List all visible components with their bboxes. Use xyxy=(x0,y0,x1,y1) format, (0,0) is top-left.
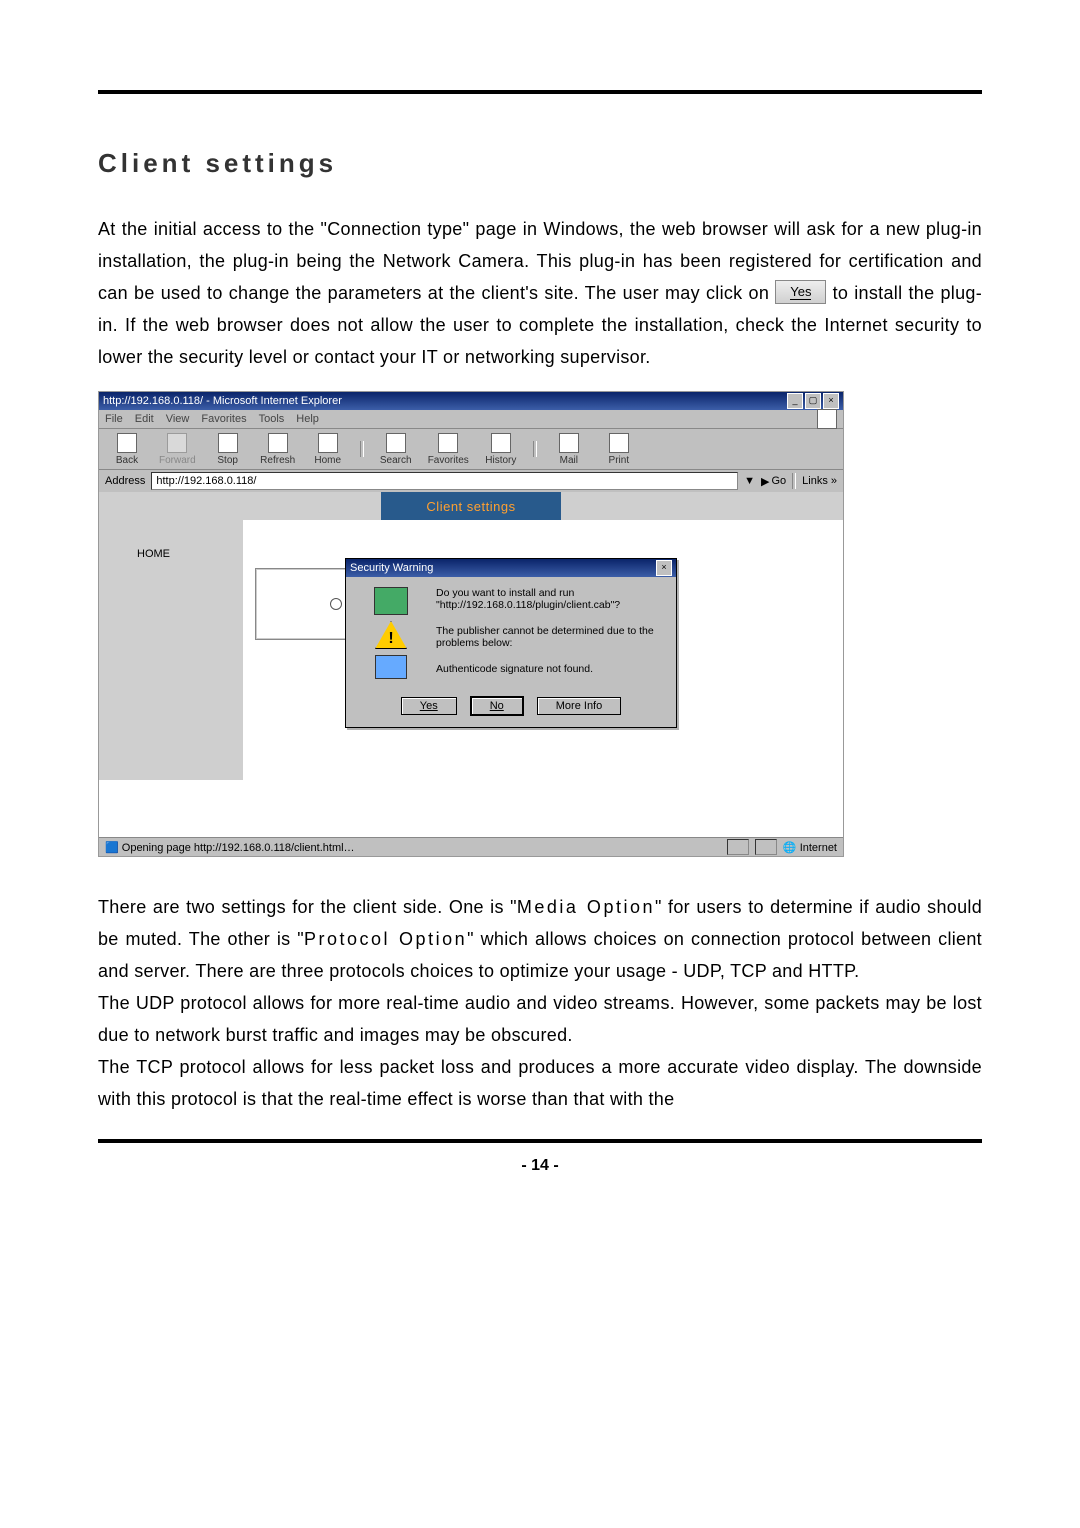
tb-print-label: Print xyxy=(609,455,630,466)
tb-history[interactable]: History xyxy=(483,433,519,466)
menu-view[interactable]: View xyxy=(166,413,190,425)
menu-favorites[interactable]: Favorites xyxy=(201,413,246,425)
paragraph-4: The TCP protocol allows for less packet … xyxy=(98,1051,982,1115)
print-icon xyxy=(609,433,629,453)
page-title: Client settings xyxy=(98,148,982,179)
dialog-no-label: No xyxy=(490,700,504,712)
warning-icon: ! xyxy=(375,621,407,649)
zone-text: Internet xyxy=(800,842,837,854)
toolbar-separator xyxy=(533,441,537,457)
ie-statusbar: 🟦 Opening page http://192.168.0.118/clie… xyxy=(99,837,843,856)
address-label: Address xyxy=(105,475,145,487)
tb-mail-label: Mail xyxy=(560,455,578,466)
maximize-icon[interactable]: ▢ xyxy=(805,393,821,409)
ie-menubar: File Edit View Favorites Tools Help xyxy=(99,410,843,429)
paragraph-2: There are two settings for the client si… xyxy=(98,891,982,987)
dialog-more-label: More Info xyxy=(556,700,602,712)
ie-title-text: http://192.168.0.118/ - Microsoft Intern… xyxy=(103,395,342,407)
tb-history-label: History xyxy=(485,455,516,466)
minimize-icon[interactable]: _ xyxy=(787,393,803,409)
ie-titlebar: http://192.168.0.118/ - Microsoft Intern… xyxy=(99,392,843,410)
ie-addressbar: Address http://192.168.0.118/ ▼ ▶Go Link… xyxy=(99,470,843,493)
dialog-yes-button[interactable]: Yes xyxy=(401,697,457,715)
dialog-line1: Do you want to install and run "http://1… xyxy=(436,587,666,611)
tb-back-label: Back xyxy=(116,455,138,466)
computer-icon xyxy=(374,587,408,615)
history-icon xyxy=(491,433,511,453)
screenshot-ie-window: http://192.168.0.118/ - Microsoft Intern… xyxy=(98,391,844,857)
home-icon xyxy=(318,433,338,453)
stop-icon xyxy=(218,433,238,453)
protocol-option-term: Protocol Option xyxy=(304,929,467,949)
inline-yes-text: Yes xyxy=(790,284,811,300)
intro-paragraph: At the initial access to the "Connection… xyxy=(98,213,982,373)
content-sidebar xyxy=(99,520,243,780)
tb-forward-label: Forward xyxy=(159,455,196,466)
dialog-titlebar: Security Warning × xyxy=(346,559,676,577)
address-input[interactable]: http://192.168.0.118/ xyxy=(151,472,738,490)
video-placeholder xyxy=(255,568,347,640)
dialog-close-icon[interactable]: × xyxy=(656,560,672,576)
inline-yes-chip: Yes xyxy=(775,280,826,304)
menu-help[interactable]: Help xyxy=(296,413,319,425)
tb-favorites[interactable]: Favorites xyxy=(428,433,469,466)
content-header-left xyxy=(99,492,381,520)
home-link[interactable]: HOME xyxy=(137,548,170,560)
dialog-moreinfo-button[interactable]: More Info xyxy=(537,697,621,715)
search-icon xyxy=(386,433,406,453)
ie-toolbar: Back Forward Stop Refresh Home Search Fa… xyxy=(99,429,843,470)
p2-a: There are two settings for the client si… xyxy=(98,897,517,917)
paragraph-3: The UDP protocol allows for more real-ti… xyxy=(98,987,982,1051)
top-rule xyxy=(98,90,982,94)
tb-stop[interactable]: Stop xyxy=(210,433,246,466)
tb-mail[interactable]: Mail xyxy=(551,433,587,466)
go-button[interactable]: ▶Go xyxy=(761,475,786,488)
dialog-yes-label: Yes xyxy=(420,700,438,712)
dialog-line2: The publisher cannot be determined due t… xyxy=(436,625,666,649)
ie-logo-icon xyxy=(817,409,837,429)
menu-tools[interactable]: Tools xyxy=(259,413,285,425)
go-label: Go xyxy=(771,475,786,487)
tb-home[interactable]: Home xyxy=(310,433,346,466)
addr-separator xyxy=(792,473,796,489)
tb-forward: Forward xyxy=(159,433,196,466)
address-value: http://192.168.0.118/ xyxy=(156,475,256,487)
dialog-title-text: Security Warning xyxy=(350,562,433,574)
mail-icon xyxy=(559,433,579,453)
status-cell xyxy=(727,839,749,855)
back-icon xyxy=(117,433,137,453)
links-label[interactable]: Links » xyxy=(802,475,837,487)
close-icon[interactable]: × xyxy=(823,393,839,409)
menu-edit[interactable]: Edit xyxy=(135,413,154,425)
favorites-icon xyxy=(438,433,458,453)
tb-print[interactable]: Print xyxy=(601,433,637,466)
tb-stop-label: Stop xyxy=(217,455,238,466)
status-text: Opening page http://192.168.0.118/client… xyxy=(122,842,355,854)
tb-search-label: Search xyxy=(380,455,412,466)
media-option-term: Media Option xyxy=(517,897,655,917)
tb-favorites-label: Favorites xyxy=(428,455,469,466)
security-warning-dialog: Security Warning × ! Do you want to inst… xyxy=(345,558,677,728)
software-icon xyxy=(375,655,407,679)
bottom-rule xyxy=(98,1139,982,1143)
status-cell xyxy=(755,839,777,855)
page-number: - 14 - xyxy=(98,1157,982,1175)
tb-refresh[interactable]: Refresh xyxy=(260,433,296,466)
refresh-icon xyxy=(268,433,288,453)
dialog-line3: Authenticode signature not found. xyxy=(436,663,666,675)
tb-back[interactable]: Back xyxy=(109,433,145,466)
tb-home-label: Home xyxy=(314,455,341,466)
content-header-title: Client settings xyxy=(381,492,561,520)
dialog-no-button[interactable]: No xyxy=(471,697,523,715)
content-header-right xyxy=(561,492,843,520)
forward-icon xyxy=(167,433,187,453)
menu-file[interactable]: File xyxy=(105,413,123,425)
toolbar-separator xyxy=(360,441,364,457)
tb-search[interactable]: Search xyxy=(378,433,414,466)
tb-refresh-label: Refresh xyxy=(260,455,295,466)
ie-content-area: Client settings HOME Security Warning × … xyxy=(99,492,843,838)
